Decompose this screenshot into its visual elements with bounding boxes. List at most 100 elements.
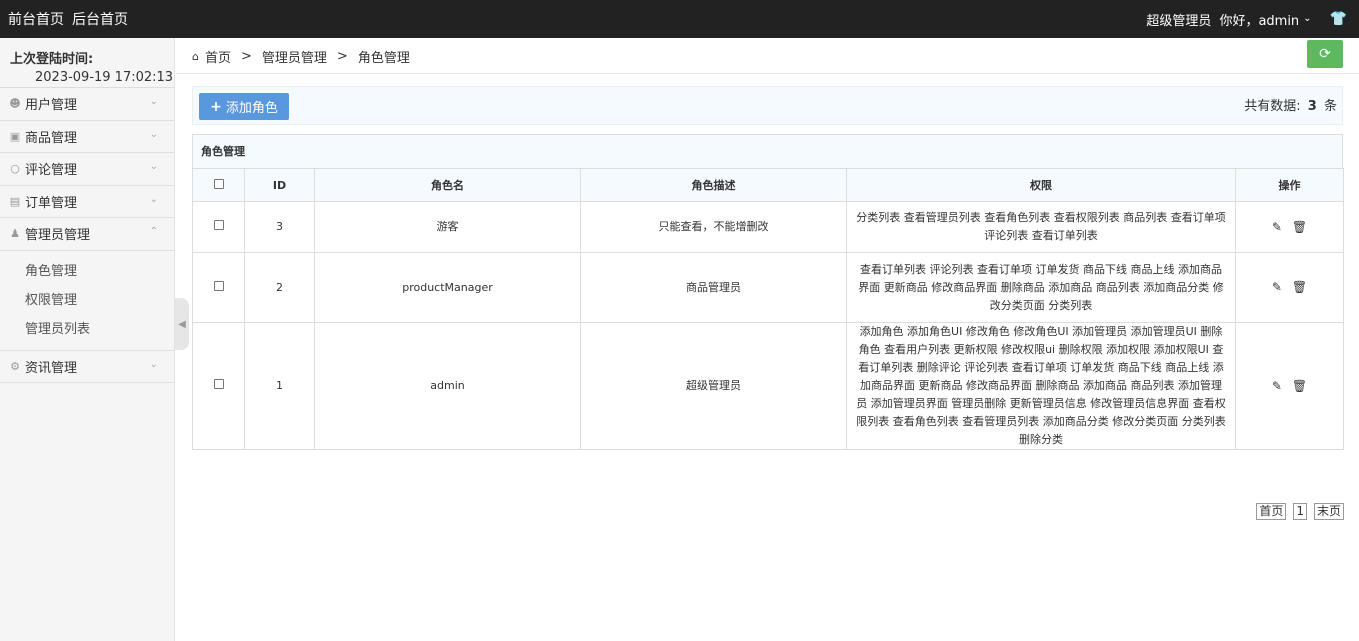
header-role-name: 角色名 — [314, 168, 581, 202]
chevron-down-icon: ⌄ — [149, 358, 158, 370]
header-select-all — [192, 168, 245, 202]
admin-icon: ♟ — [10, 227, 20, 241]
pager-last[interactable]: 末页 — [1313, 503, 1344, 520]
trash-icon[interactable]: 🗑 — [1292, 278, 1307, 296]
table-caption: 角色管理 — [192, 134, 1343, 168]
shirt-icon[interactable]: 👕 — [1330, 11, 1347, 27]
select-all-checkbox[interactable] — [213, 178, 224, 189]
chevron-left-icon: ◀ — [178, 318, 186, 330]
table-row: 3 游客 只能查看，不能增删改 分类列表 查看管理员列表 查看角色列表 查看权限… — [192, 201, 1344, 253]
sidebar-item-users[interactable]: ☻ 用户管理 ⌄ — [0, 88, 174, 121]
card-icon: ▤ — [9, 194, 21, 208]
row-checkbox[interactable] — [213, 220, 224, 230]
cell-role-desc: 只能查看，不能增删改 — [580, 201, 847, 253]
pager-page-1[interactable]: 1 — [1293, 503, 1307, 520]
edit-icon[interactable]: ✎ — [1272, 377, 1282, 395]
breadcrumb-roles: 角色管理 — [357, 51, 410, 66]
cell-id: 2 — [244, 252, 315, 323]
cell-id: 1 — [244, 322, 315, 450]
breadcrumb-separator: > — [241, 49, 252, 64]
chevron-down-icon: ⌄ — [149, 96, 158, 107]
sidebar-item-label: 管理员管理 — [25, 228, 91, 244]
sidebar-collapse-handle[interactable]: ◀ — [175, 298, 189, 350]
admin-submenu: 角色管理 权限管理 管理员列表 — [0, 251, 174, 351]
sidebar-item-comments[interactable]: ○ 评论管理 ⌄ — [0, 153, 174, 186]
sidebar-item-label: 订单管理 — [25, 195, 78, 211]
comment-icon: ○ — [10, 162, 20, 176]
back-home-link[interactable]: 后台首页 — [72, 9, 128, 29]
chevron-down-icon: ⌄ — [149, 161, 158, 172]
front-home-link[interactable]: 前台首页 — [8, 9, 64, 29]
cell-role-desc: 商品管理员 — [580, 252, 847, 323]
header-id: ID — [244, 168, 315, 202]
user-icon: ☻ — [9, 97, 21, 111]
edit-icon[interactable]: ✎ — [1272, 278, 1282, 296]
chevron-down-icon: ⌄ — [149, 193, 158, 205]
last-login-box: 上次登陆时间: 2023-09-19 17:02:13 — [0, 38, 174, 88]
submenu-item-admin-list[interactable]: 管理员列表 — [0, 315, 174, 344]
row-select-cell — [192, 252, 245, 323]
trash-icon[interactable]: 🗑 — [1292, 218, 1307, 236]
plus-icon: + — [210, 98, 222, 115]
sidebar-item-products[interactable]: ▣ 商品管理 ⌄ — [0, 121, 174, 153]
breadcrumb: ⌂ 首页 > 管理员管理 > 角色管理 — [192, 47, 410, 66]
total-count: 共有数据: 3 条 — [1244, 95, 1337, 114]
refresh-button[interactable]: ⟳ — [1307, 40, 1343, 68]
breadcrumb-home[interactable]: 首页 — [205, 47, 231, 66]
last-login-title: 上次登陆时间: — [10, 52, 94, 67]
table-row: 1 admin 超级管理员 添加角色 添加角色UI 修改角色 修改角色UI 添加… — [192, 322, 1344, 450]
cell-id: 3 — [244, 201, 315, 253]
total-prefix: 共有数据: — [1244, 99, 1301, 114]
trash-icon[interactable]: 🗑 — [1292, 377, 1307, 395]
sidebar-item-label: 评论管理 — [25, 163, 78, 179]
top-navbar: 前台首页 后台首页 超级管理员 你好，admin ⌄ 👕 — [0, 0, 1359, 38]
sidebar-item-label: 用户管理 — [25, 98, 78, 114]
toolbar: + 添加角色 共有数据: 3 条 — [192, 86, 1343, 125]
submenu-item-roles[interactable]: 角色管理 — [0, 257, 174, 286]
cell-role-name: productManager — [314, 252, 581, 323]
shopping-bag-icon: ▣ — [9, 129, 21, 143]
cell-operations: ✎ 🗑 — [1235, 252, 1344, 323]
chevron-down-icon: ⌄ — [149, 128, 158, 140]
total-suffix: 条 — [1323, 99, 1337, 114]
refresh-icon: ⟳ — [1319, 46, 1331, 62]
sidebar-item-orders[interactable]: ▤ 订单管理 ⌄ — [0, 186, 174, 218]
cell-permissions: 添加角色 添加角色UI 修改角色 修改角色UI 添加管理员 添加管理员UI 删除… — [846, 322, 1236, 450]
roles-table: ID 角色名 角色描述 权限 操作 3 游客 只能查看，不能增删改 分类列表 查… — [192, 168, 1344, 450]
header-operations: 操作 — [1235, 168, 1344, 202]
sidebar-item-admins[interactable]: ♟ 管理员管理 ⌃ — [0, 218, 174, 251]
cell-operations: ✎ 🗑 — [1235, 322, 1344, 450]
breadcrumb-separator: > — [336, 49, 348, 64]
cell-permissions: 分类列表 查看管理员列表 查看角色列表 查看权限列表 商品列表 查看订单项 评论… — [846, 201, 1236, 253]
header-permissions: 权限 — [846, 168, 1236, 202]
add-role-button[interactable]: + 添加角色 — [199, 93, 289, 120]
user-role-label: 超级管理员 — [1146, 13, 1212, 29]
cell-permissions: 查看订单列表 评论列表 查看订单项 订单发货 商品下线 商品上线 添加商品界面 … — [846, 252, 1236, 323]
chevron-down-icon: ⌄ — [1303, 12, 1312, 24]
sidebar-item-news[interactable]: ⚙ 资讯管理 ⌄ — [0, 351, 174, 383]
breadcrumb-admin[interactable]: 管理员管理 — [262, 47, 327, 66]
row-checkbox[interactable] — [213, 280, 224, 291]
last-login-time: 2023-09-19 17:02:13 — [35, 70, 174, 85]
pager-first[interactable]: 首页 — [1256, 503, 1287, 520]
sidebar-item-label: 商品管理 — [25, 130, 78, 146]
add-role-label: 添加角色 — [225, 101, 278, 116]
cell-operations: ✎ 🗑 — [1235, 201, 1344, 253]
greeting-text: 你好，admin — [1219, 13, 1300, 29]
cell-role-desc: 超级管理员 — [580, 322, 847, 450]
row-select-cell — [192, 322, 245, 450]
edit-icon[interactable]: ✎ — [1272, 218, 1282, 236]
home-icon: ⌂ — [192, 50, 199, 63]
user-menu-dropdown[interactable]: 你好，admin ⌄ — [1219, 10, 1311, 29]
row-checkbox[interactable] — [213, 379, 224, 389]
cell-role-name: 游客 — [314, 201, 581, 253]
pagination: 首页 1 末页 — [1256, 503, 1344, 520]
row-select-cell — [192, 201, 245, 253]
roles-table-container: 角色管理 ID 角色名 角色描述 权限 操作 3 游客 只能查看，不能增删改 分… — [192, 134, 1344, 450]
submenu-item-permissions[interactable]: 权限管理 — [0, 286, 174, 315]
table-header-row: ID 角色名 角色描述 权限 操作 — [192, 168, 1344, 202]
total-number: 3 — [1307, 99, 1317, 114]
header-role-desc: 角色描述 — [580, 168, 847, 202]
breadcrumb-bar: ⌂ 首页 > 管理员管理 > 角色管理 ⟳ — [176, 38, 1359, 74]
sidebar-item-label: 资讯管理 — [25, 360, 78, 376]
